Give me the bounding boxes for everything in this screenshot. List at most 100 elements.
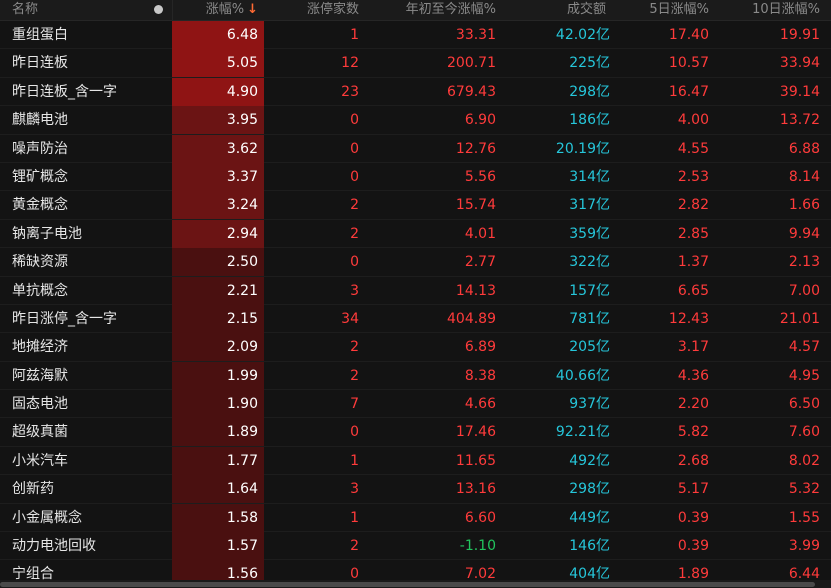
table-row[interactable]: 单抗概念 2.21 3 14.13 157亿 6.65 7.00: [0, 276, 831, 305]
row-10d-pct: 7.00: [788, 282, 820, 299]
row-10d-pct: 3.99: [788, 538, 820, 555]
row-10d-pct: 6.50: [788, 396, 820, 413]
row-pct: 2.15: [172, 304, 264, 333]
row-ytd-pct: 11.65: [455, 452, 496, 469]
row-5d-pct: 5.17: [677, 481, 709, 498]
row-limit-up-count: 0: [350, 112, 359, 129]
row-10d-pct: 4.95: [788, 367, 820, 384]
row-pct: 1.58: [172, 503, 264, 532]
table-row[interactable]: 小金属概念 1.58 1 6.60 449亿 0.39 1.55: [0, 503, 831, 533]
row-name: 固态电池: [12, 396, 68, 413]
row-pct: 4.90: [172, 77, 264, 106]
row-ytd-pct: 8.38: [464, 367, 496, 384]
row-name: 黄金概念: [12, 197, 68, 214]
row-pct: 3.95: [172, 106, 264, 135]
table-row[interactable]: 昨日连板_含一字 4.90 23 679.43 298亿 16.47 39.14: [0, 77, 831, 107]
row-pct: 2.21: [172, 276, 264, 305]
table-row[interactable]: 噪声防治 3.62 0 12.76 20.19亿 4.55 6.88: [0, 134, 831, 163]
row-volume: 92.21亿: [555, 424, 610, 441]
table-row[interactable]: 重组蛋白 6.48 1 33.31 42.02亿 17.40 19.91: [0, 21, 831, 50]
row-10d-pct: 6.88: [788, 140, 820, 157]
row-ytd-pct: 17.46: [455, 424, 496, 441]
row-pct: 5.05: [172, 49, 264, 78]
row-volume: 322亿: [569, 254, 610, 271]
row-10d-pct: 5.32: [788, 481, 820, 498]
table-row[interactable]: 黄金概念 3.24 2 15.74 317亿 2.82 1.66: [0, 191, 831, 220]
row-pct: 2.94: [172, 219, 264, 248]
row-name: 昨日涨停_含一字: [12, 310, 117, 327]
row-5d-pct: 2.82: [677, 197, 709, 214]
col-header-d5[interactable]: 5日涨幅%: [610, 0, 709, 20]
horizontal-scrollbar[interactable]: [0, 582, 815, 587]
row-ytd-pct: 33.31: [455, 27, 496, 43]
row-ytd-pct: 404.89: [447, 310, 496, 327]
table-row[interactable]: 创新药 1.64 3 13.16 298亿 5.17 5.32: [0, 475, 831, 504]
row-pct: 1.64: [172, 475, 264, 504]
table-row[interactable]: 昨日连板 5.05 12 200.71 225亿 10.57 33.94: [0, 49, 831, 78]
row-name: 锂矿概念: [12, 168, 68, 185]
row-pct: 3.24: [172, 191, 264, 220]
table-row[interactable]: 固态电池 1.90 7 4.66 937亿 2.20 6.50: [0, 390, 831, 419]
row-10d-pct: 9.94: [788, 225, 820, 242]
row-5d-pct: 1.37: [677, 254, 709, 271]
table-row[interactable]: 小米汽车 1.77 1 11.65 492亿 2.68 8.02: [0, 446, 831, 476]
row-limit-up-count: 0: [350, 424, 359, 441]
col-header-limit-up-label: 涨停家数: [306, 2, 359, 17]
row-name: 阿兹海默: [12, 367, 68, 384]
col-header-volume[interactable]: 成交额: [496, 0, 606, 20]
table-row[interactable]: 动力电池回收 1.57 2 -1.10 146亿 0.39 3.99: [0, 532, 831, 561]
table-row[interactable]: 锂矿概念 3.37 0 5.56 314亿 2.53 8.14: [0, 162, 831, 192]
row-limit-up-count: 2: [350, 197, 359, 214]
row-volume: 937亿: [569, 396, 610, 413]
table-row[interactable]: 钠离子电池 2.94 2 4.01 359亿 2.85 9.94: [0, 219, 831, 249]
row-5d-pct: 10.57: [668, 55, 709, 72]
row-limit-up-count: 2: [350, 339, 359, 356]
row-ytd-pct: 4.66: [464, 396, 496, 413]
row-name: 创新药: [12, 481, 54, 498]
table-row[interactable]: 地摊经济 2.09 2 6.89 205亿 3.17 4.57: [0, 333, 831, 362]
col-header-ytd-label: 年初至今涨幅%: [405, 2, 496, 17]
row-10d-pct: 1.66: [788, 197, 820, 214]
row-5d-pct: 0.39: [677, 509, 709, 526]
row-10d-pct: 8.14: [788, 168, 820, 185]
table-row[interactable]: 阿兹海默 1.99 2 8.38 40.66亿 4.36 4.95: [0, 361, 831, 391]
row-limit-up-count: 0: [350, 168, 359, 185]
row-name: 昨日连板_含一字: [12, 83, 117, 100]
row-5d-pct: 2.53: [677, 168, 709, 185]
col-header-volume-label: 成交额: [566, 2, 606, 17]
row-limit-up-count: 1: [350, 452, 359, 469]
row-limit-up-count: 2: [350, 538, 359, 555]
row-pct: 1.89: [172, 418, 264, 447]
row-pct: 6.48: [172, 21, 264, 49]
row-ytd-pct: 200.71: [447, 55, 496, 72]
table-row[interactable]: 昨日涨停_含一字 2.15 34 404.89 781亿 12.43 21.01: [0, 304, 831, 334]
row-ytd-pct: 4.01: [464, 225, 496, 242]
row-name: 单抗概念: [12, 282, 68, 299]
row-volume: 146亿: [569, 538, 610, 555]
column-settings-dot-icon[interactable]: [154, 5, 163, 14]
col-header-d10[interactable]: 10日涨幅%: [709, 0, 820, 20]
table-row[interactable]: 稀缺资源 2.50 0 2.77 322亿 1.37 2.13: [0, 248, 831, 277]
row-limit-up-count: 12: [341, 55, 359, 72]
col-header-limit-up[interactable]: 涨停家数: [264, 0, 359, 20]
col-header-ytd[interactable]: 年初至今涨幅%: [359, 0, 496, 20]
col-header-name[interactable]: 名称: [12, 0, 142, 20]
table-row[interactable]: 麒麟电池 3.95 0 6.90 186亿 4.00 13.72: [0, 106, 831, 135]
row-5d-pct: 4.55: [677, 140, 709, 157]
row-5d-pct: 17.40: [668, 27, 709, 43]
table-row[interactable]: 超级真菌 1.89 0 17.46 92.21亿 5.82 7.60: [0, 418, 831, 447]
row-volume: 359亿: [569, 225, 610, 242]
row-5d-pct: 6.65: [677, 282, 709, 299]
row-limit-up-count: 3: [350, 481, 359, 498]
row-name: 小米汽车: [12, 452, 68, 469]
row-pct: 2.09: [172, 333, 264, 362]
col-header-pct[interactable]: 涨幅% ↓: [172, 0, 258, 20]
row-volume: 157亿: [569, 282, 610, 299]
row-volume: 449亿: [569, 509, 610, 526]
row-5d-pct: 5.82: [677, 424, 709, 441]
row-limit-up-count: 1: [350, 27, 359, 43]
sector-ranking-board: 名称 涨幅% ↓ 涨停家数 年初至今涨幅% 成交额 5日涨幅% 10日涨幅% 重组…: [0, 0, 831, 588]
row-limit-up-count: 23: [341, 83, 359, 100]
row-volume: 225亿: [569, 55, 610, 72]
row-volume: 40.66亿: [555, 367, 610, 384]
